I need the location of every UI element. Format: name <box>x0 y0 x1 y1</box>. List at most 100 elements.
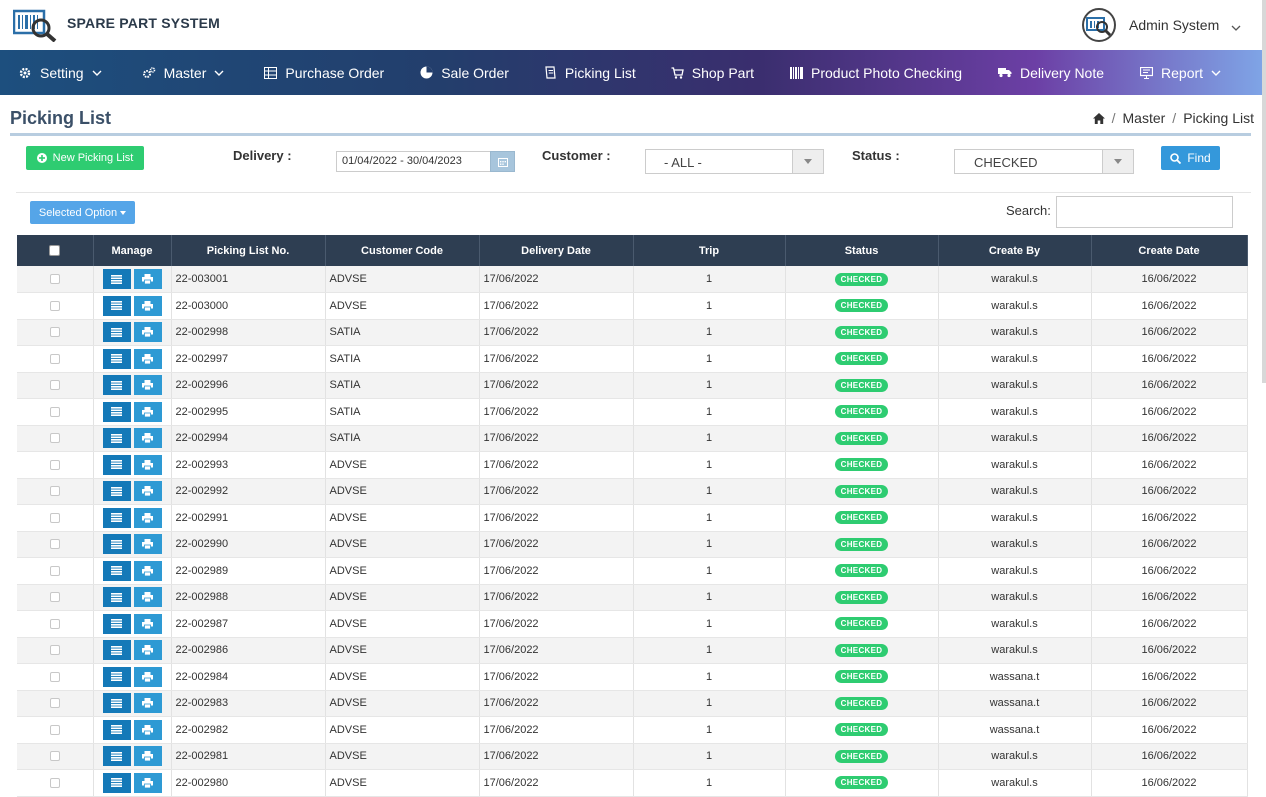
select-all-header[interactable] <box>17 235 94 266</box>
column-header[interactable]: Customer Code <box>325 235 480 266</box>
column-header[interactable]: Create Date <box>1091 235 1248 266</box>
view-detail-button[interactable] <box>102 587 131 608</box>
row-checkbox[interactable] <box>49 380 60 391</box>
search-input[interactable] <box>1056 196 1233 228</box>
print-button[interactable] <box>133 613 162 634</box>
column-header[interactable]: Status <box>785 235 939 266</box>
table-row[interactable]: 22-002998 SATIA 17/06/2022 1 CHECKED warakul.… <box>17 319 1248 346</box>
table-row[interactable]: 22-003001 ADVSE 17/06/2022 1 CHECKED warakul.… <box>17 266 1248 293</box>
row-checkbox[interactable] <box>49 274 60 284</box>
delivery-date-range-input[interactable]: 01/04/2022 - 30/04/2023 <box>336 151 491 172</box>
row-checkbox[interactable] <box>49 618 60 629</box>
table-row[interactable]: 22-002992 ADVSE 17/06/2022 1 CHECKED warakul.… <box>17 478 1248 505</box>
table-row[interactable]: 22-002989 ADVSE 17/06/2022 1 CHECKED warakul.… <box>17 557 1248 585</box>
view-detail-button[interactable] <box>102 507 131 528</box>
print-button[interactable] <box>133 507 162 528</box>
print-button[interactable] <box>133 560 162 581</box>
row-checkbox[interactable] <box>49 486 60 497</box>
nav-setting[interactable]: Setting <box>18 50 110 95</box>
view-detail-button[interactable] <box>102 666 131 687</box>
row-select-cell[interactable] <box>17 292 94 320</box>
column-header[interactable]: Delivery Date <box>479 235 634 266</box>
table-row[interactable]: 22-002986 ADVSE 17/06/2022 1 CHECKED warakul.… <box>17 637 1248 664</box>
view-detail-button[interactable] <box>102 640 131 661</box>
print-button[interactable] <box>133 640 162 661</box>
table-row[interactable]: 22-002983 ADVSE 17/06/2022 1 CHECKED wassana.… <box>17 690 1248 717</box>
row-checkbox[interactable] <box>49 565 60 576</box>
row-select-cell[interactable] <box>17 504 94 532</box>
row-checkbox[interactable] <box>49 512 60 523</box>
row-checkbox[interactable] <box>49 353 60 364</box>
view-detail-button[interactable] <box>102 772 131 793</box>
selected-option-button[interactable]: Selected Option <box>30 201 135 224</box>
customer-select[interactable]: - ALL - <box>645 149 824 174</box>
nav-sale-order[interactable]: Sale Order <box>420 50 509 95</box>
row-select-cell[interactable] <box>17 425 94 452</box>
view-detail-button[interactable] <box>102 693 131 714</box>
print-button[interactable] <box>133 772 162 793</box>
nav-report[interactable]: Report <box>1140 50 1229 95</box>
print-button[interactable] <box>133 375 162 396</box>
row-select-cell[interactable] <box>17 610 94 638</box>
row-checkbox[interactable] <box>49 751 60 762</box>
print-button[interactable] <box>133 746 162 767</box>
print-button[interactable] <box>133 454 162 475</box>
print-button[interactable] <box>133 269 162 289</box>
table-row[interactable]: 22-002997 SATIA 17/06/2022 1 CHECKED warakul.… <box>17 345 1248 373</box>
find-button[interactable]: Find <box>1161 146 1220 170</box>
view-detail-button[interactable] <box>102 613 131 634</box>
view-detail-button[interactable] <box>102 322 131 343</box>
row-checkbox[interactable] <box>49 645 60 656</box>
select-all-checkbox[interactable] <box>49 245 61 256</box>
print-button[interactable] <box>133 666 162 687</box>
row-checkbox[interactable] <box>49 777 60 788</box>
row-checkbox[interactable] <box>49 724 60 735</box>
row-select-cell[interactable] <box>17 345 94 373</box>
row-checkbox[interactable] <box>49 698 60 709</box>
table-row[interactable]: 22-002991 ADVSE 17/06/2022 1 CHECKED warakul.… <box>17 504 1248 532</box>
print-button[interactable] <box>133 481 162 502</box>
nav-picking-list[interactable]: Picking List <box>544 50 636 95</box>
row-checkbox[interactable] <box>49 592 60 603</box>
table-row[interactable]: 22-002996 SATIA 17/06/2022 1 CHECKED warakul.… <box>17 372 1248 399</box>
view-detail-button[interactable] <box>102 719 131 740</box>
print-button[interactable] <box>133 534 162 555</box>
column-header[interactable]: Manage <box>93 235 172 266</box>
table-row[interactable]: 22-002982 ADVSE 17/06/2022 1 CHECKED wassana.… <box>17 716 1248 744</box>
home-icon[interactable] <box>1092 112 1105 124</box>
view-detail-button[interactable] <box>102 348 131 369</box>
breadcrumb-master[interactable]: Master <box>1123 110 1166 126</box>
table-row[interactable]: 22-002993 ADVSE 17/06/2022 1 CHECKED warakul.… <box>17 451 1248 479</box>
row-select-cell[interactable] <box>17 769 94 797</box>
view-detail-button[interactable] <box>102 269 131 289</box>
column-header[interactable]: Picking List No. <box>171 235 326 266</box>
nav-delivery-note[interactable]: Delivery Note <box>997 50 1104 95</box>
print-button[interactable] <box>133 428 162 449</box>
row-select-cell[interactable] <box>17 584 94 611</box>
row-select-cell[interactable] <box>17 637 94 664</box>
view-detail-button[interactable] <box>102 481 131 502</box>
table-row[interactable]: 22-002994 SATIA 17/06/2022 1 CHECKED warakul.… <box>17 425 1248 452</box>
new-picking-list-button[interactable]: New Picking List <box>26 146 144 170</box>
row-select-cell[interactable] <box>17 319 94 346</box>
print-button[interactable] <box>133 693 162 714</box>
row-select-cell[interactable] <box>17 743 94 770</box>
view-detail-button[interactable] <box>102 746 131 767</box>
app-logo[interactable] <box>12 8 59 43</box>
nav-master[interactable]: Master <box>142 50 233 95</box>
table-row[interactable]: 22-002981 ADVSE 17/06/2022 1 CHECKED warakul.… <box>17 743 1248 770</box>
table-row[interactable]: 22-002980 ADVSE 17/06/2022 1 CHECKED warakul.… <box>17 769 1248 797</box>
table-row[interactable]: 22-002990 ADVSE 17/06/2022 1 CHECKED warakul.… <box>17 531 1248 558</box>
print-button[interactable] <box>133 719 162 740</box>
row-select-cell[interactable] <box>17 478 94 505</box>
view-detail-button[interactable] <box>102 560 131 581</box>
view-detail-button[interactable] <box>102 454 131 475</box>
row-select-cell[interactable] <box>17 716 94 744</box>
column-header[interactable]: Create By <box>938 235 1092 266</box>
row-select-cell[interactable] <box>17 557 94 585</box>
row-select-cell[interactable] <box>17 663 94 691</box>
view-detail-button[interactable] <box>102 428 131 449</box>
row-checkbox[interactable] <box>49 327 60 338</box>
table-row[interactable]: 22-002987 ADVSE 17/06/2022 1 CHECKED warakul.… <box>17 610 1248 638</box>
table-row[interactable]: 22-002995 SATIA 17/06/2022 1 CHECKED warakul.… <box>17 398 1248 426</box>
